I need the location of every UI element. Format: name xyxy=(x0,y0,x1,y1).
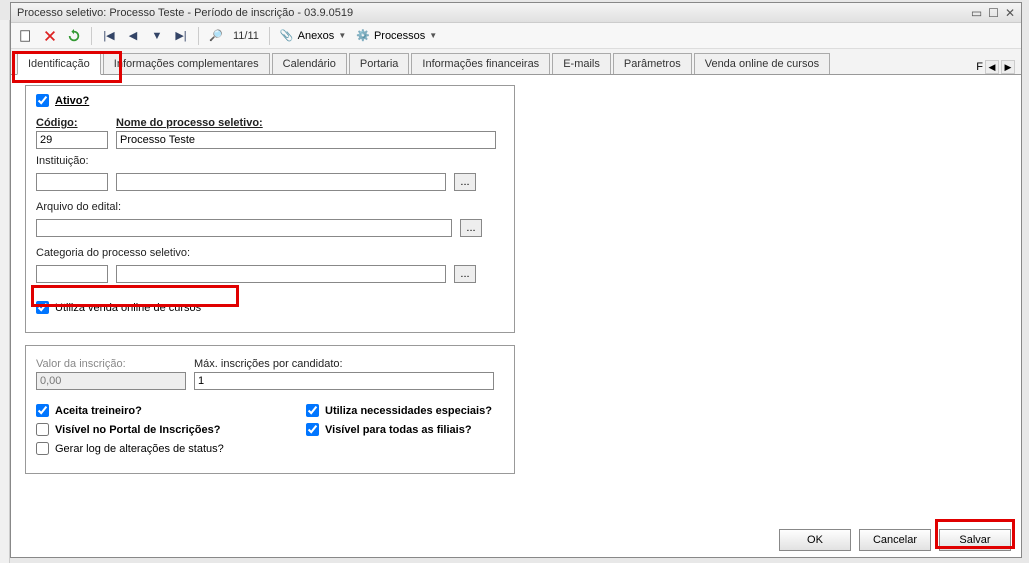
separator xyxy=(269,27,270,45)
last-icon[interactable]: ▶| xyxy=(170,26,192,46)
content-area: Ativo? Código: Nome do processo seletivo… xyxy=(17,77,1015,517)
max-input[interactable] xyxy=(194,372,494,390)
tab-overflow-label: F xyxy=(976,61,983,73)
window-controls: ▭ ☐ ✕ xyxy=(971,3,1021,22)
instituicao-browse-button[interactable]: ... xyxy=(454,173,476,191)
tab-info-complementares[interactable]: Informações complementares xyxy=(103,53,270,74)
toolbar: |◀ ◀ ▼ ▶| 🔎 11/11 📎 Anexos ▼ ⚙️ Processo… xyxy=(11,23,1021,49)
utiliza-venda-label: Utiliza venda online de cursos xyxy=(55,302,201,314)
tab-emails[interactable]: E-mails xyxy=(552,53,611,74)
utiliza-venda-checkbox[interactable]: Utiliza venda online de cursos xyxy=(36,301,504,314)
utiliza-necessidades-label: Utiliza necessidades especiais? xyxy=(325,405,492,417)
aceita-treineiro-label: Aceita treineiro? xyxy=(55,405,142,417)
ok-button[interactable]: OK xyxy=(779,529,851,551)
visivel-portal-checkbox[interactable]: Visível no Portal de Inscrições? xyxy=(36,423,296,436)
minimize-icon[interactable]: ▭ xyxy=(971,3,982,22)
tabs-bar: Identificação Informações complementares… xyxy=(11,49,1021,75)
arquivo-browse-button[interactable]: ... xyxy=(460,219,482,237)
salvar-button[interactable]: Salvar xyxy=(939,529,1011,551)
ativo-label: Ativo? xyxy=(55,95,89,107)
tab-calendario[interactable]: Calendário xyxy=(272,53,347,74)
next-icon[interactable]: ▼ xyxy=(146,26,168,46)
delete-icon[interactable] xyxy=(39,26,61,46)
tab-scroll-right-icon[interactable]: ▶ xyxy=(1001,60,1015,74)
panel-config: Valor da inscrição: Máx. inscrições por … xyxy=(25,345,515,474)
codigo-input[interactable] xyxy=(36,131,108,149)
arquivo-input[interactable] xyxy=(36,219,452,237)
categoria-code-input[interactable] xyxy=(36,265,108,283)
tab-identificacao[interactable]: Identificação xyxy=(17,53,101,75)
gerar-log-label: Gerar log de alterações de status? xyxy=(55,443,224,455)
attachment-icon: 📎 xyxy=(280,29,294,42)
close-icon[interactable]: ✕ xyxy=(1005,3,1015,22)
aceita-treineiro-checkbox[interactable]: Aceita treineiro? xyxy=(36,404,296,417)
instituicao-code-input[interactable] xyxy=(36,173,108,191)
tab-venda-online[interactable]: Venda online de cursos xyxy=(694,53,830,74)
separator xyxy=(91,27,92,45)
first-icon[interactable]: |◀ xyxy=(98,26,120,46)
visivel-filiais-label: Visível para todas as filiais? xyxy=(325,424,472,436)
categoria-name-input[interactable] xyxy=(116,265,446,283)
new-icon[interactable] xyxy=(15,26,37,46)
instituicao-label: Instituição: xyxy=(36,155,504,167)
panel-identificacao: Ativo? Código: Nome do processo seletivo… xyxy=(25,85,515,333)
gears-icon: ⚙️ xyxy=(356,29,370,42)
max-label: Máx. inscrições por candidato: xyxy=(194,358,394,370)
visivel-filiais-checkbox[interactable]: Visível para todas as filiais? xyxy=(306,423,566,436)
separator xyxy=(198,27,199,45)
cancelar-button[interactable]: Cancelar xyxy=(859,529,931,551)
window-title: Processo seletivo: Processo Teste - Perí… xyxy=(17,3,353,22)
left-strip xyxy=(0,20,10,563)
anexos-dropdown[interactable]: 📎 Anexos ▼ xyxy=(280,29,346,42)
processos-label: Processos xyxy=(374,30,425,42)
tab-overflow: F ◀ ▶ xyxy=(976,60,1015,74)
arquivo-label: Arquivo do edital: xyxy=(36,201,504,213)
ativo-checkbox[interactable]: Ativo? xyxy=(36,94,504,107)
maximize-icon[interactable]: ☐ xyxy=(988,3,999,22)
categoria-browse-button[interactable]: ... xyxy=(454,265,476,283)
tab-info-financeiras[interactable]: Informações financeiras xyxy=(411,53,550,74)
chevron-down-icon: ▼ xyxy=(429,31,437,40)
visivel-portal-label: Visível no Portal de Inscrições? xyxy=(55,424,220,436)
processos-dropdown[interactable]: ⚙️ Processos ▼ xyxy=(356,29,437,42)
gerar-log-checkbox[interactable]: Gerar log de alterações de status? xyxy=(36,442,296,455)
valor-input xyxy=(36,372,186,390)
visivel-portal-input[interactable] xyxy=(36,423,49,436)
instituicao-name-input[interactable] xyxy=(116,173,446,191)
aceita-treineiro-input[interactable] xyxy=(36,404,49,417)
valor-label: Valor da inscrição: xyxy=(36,358,186,370)
binoculars-icon[interactable]: 🔎 xyxy=(205,26,227,46)
utiliza-venda-check-input[interactable] xyxy=(36,301,49,314)
tab-portaria[interactable]: Portaria xyxy=(349,53,410,74)
tab-scroll-left-icon[interactable]: ◀ xyxy=(985,60,999,74)
categoria-label: Categoria do processo seletivo: xyxy=(36,247,504,259)
main-window: Processo seletivo: Processo Teste - Perí… xyxy=(10,2,1022,558)
nome-label: Nome do processo seletivo: xyxy=(116,117,504,129)
titlebar: Processo seletivo: Processo Teste - Perí… xyxy=(11,3,1021,23)
utiliza-necessidades-checkbox[interactable]: Utiliza necessidades especiais? xyxy=(306,404,566,417)
anexos-label: Anexos xyxy=(298,30,335,42)
record-counter: 11/11 xyxy=(233,30,259,42)
nome-input[interactable] xyxy=(116,131,496,149)
tab-parametros[interactable]: Parâmetros xyxy=(613,53,692,74)
ativo-check-input[interactable] xyxy=(36,94,49,107)
footer-buttons: OK Cancelar Salvar xyxy=(779,529,1011,551)
utiliza-necessidades-input[interactable] xyxy=(306,404,319,417)
refresh-icon[interactable] xyxy=(63,26,85,46)
gerar-log-input[interactable] xyxy=(36,442,49,455)
chevron-down-icon: ▼ xyxy=(338,31,346,40)
visivel-filiais-input[interactable] xyxy=(306,423,319,436)
prev-icon[interactable]: ◀ xyxy=(122,26,144,46)
codigo-label: Código: xyxy=(36,117,108,129)
